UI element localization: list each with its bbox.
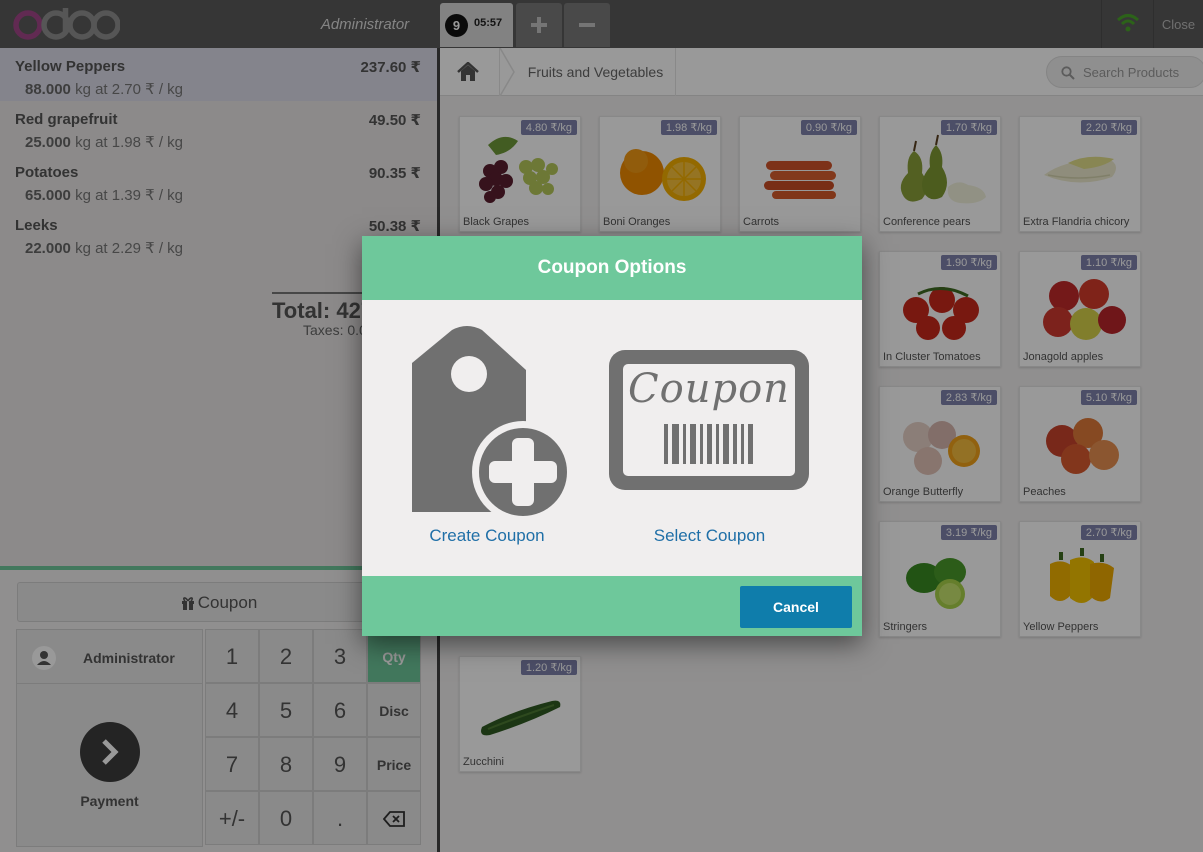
- create-coupon-option[interactable]: Create Coupon: [402, 300, 572, 576]
- dialog-body: Create Coupon Coupon Select Coupon: [362, 300, 862, 576]
- tag-plus-icon: [412, 326, 572, 520]
- select-coupon-option[interactable]: Coupon Select Coupon: [602, 300, 817, 576]
- coupon-card-text: Coupon: [628, 366, 790, 412]
- dialog-title: Coupon Options: [362, 236, 862, 300]
- dialog-footer: Cancel: [362, 576, 862, 636]
- select-coupon-link[interactable]: Select Coupon: [602, 526, 817, 546]
- cancel-button[interactable]: Cancel: [740, 586, 852, 628]
- coupon-options-dialog: Coupon Options Create Coupon Coupon Sele…: [362, 236, 862, 636]
- create-coupon-link[interactable]: Create Coupon: [402, 526, 572, 546]
